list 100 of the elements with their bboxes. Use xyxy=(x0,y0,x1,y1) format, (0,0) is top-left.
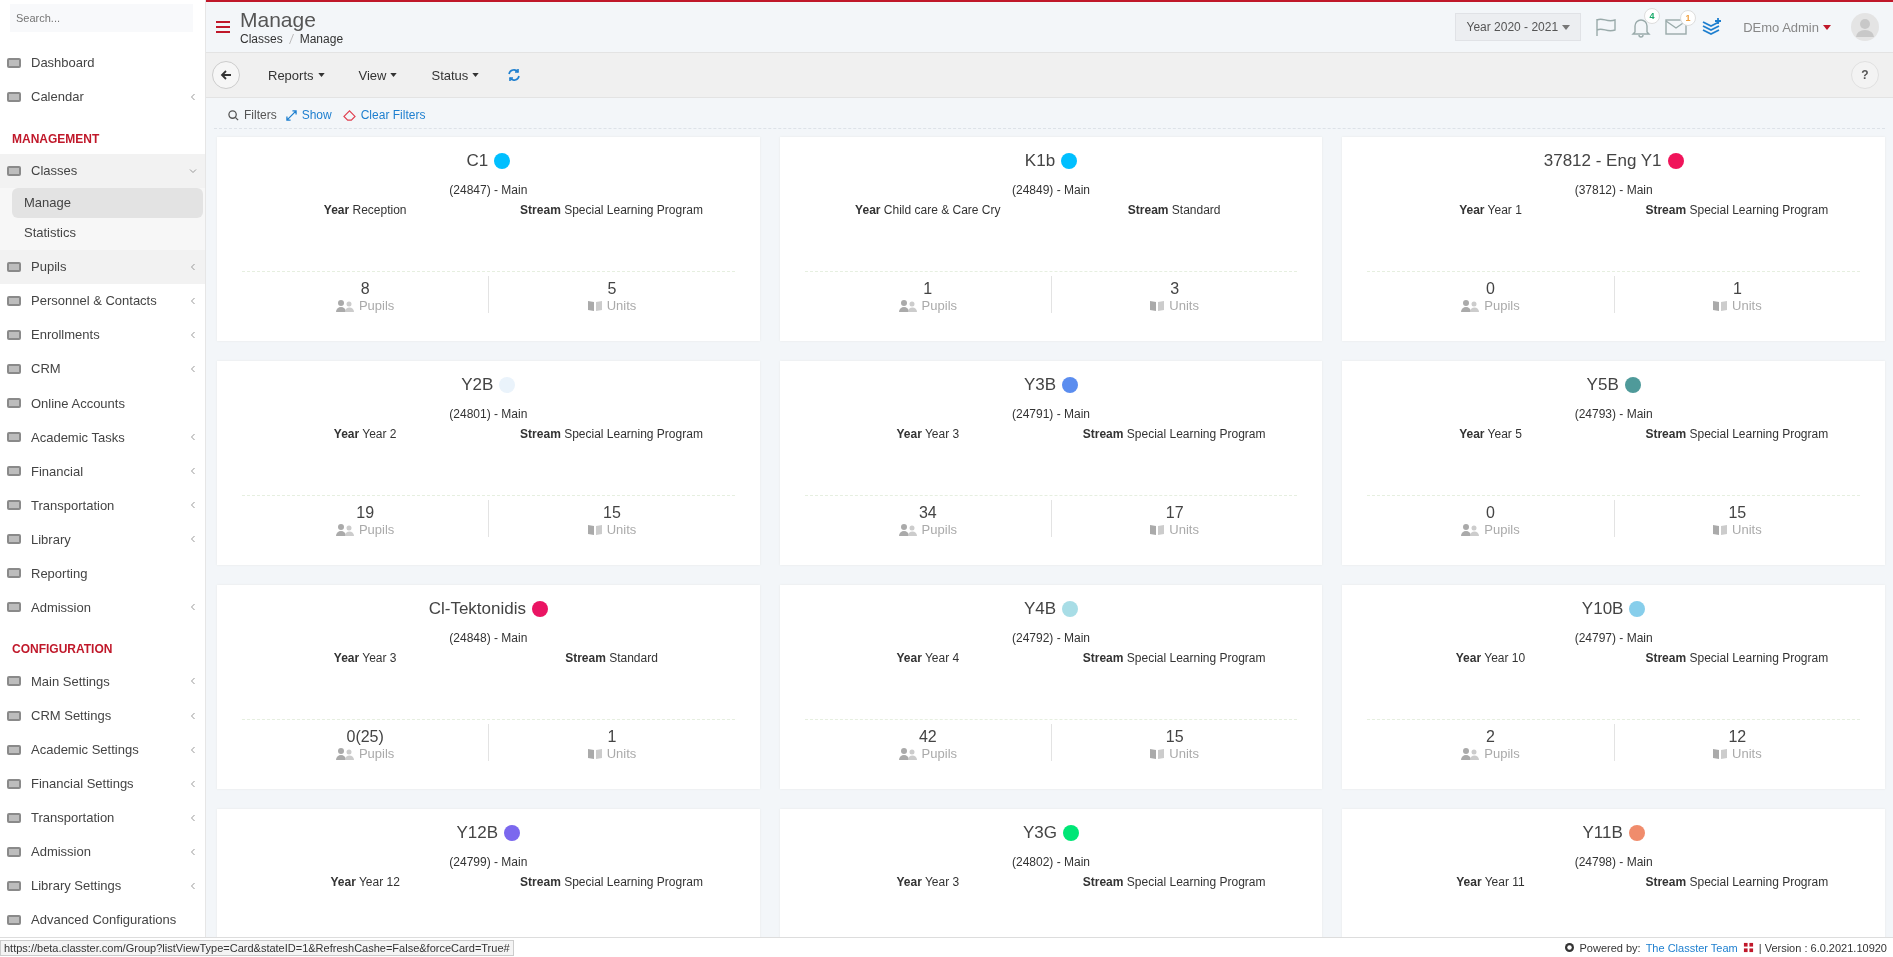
class-code: (24793) - Main xyxy=(1574,407,1653,421)
show-filters-link[interactable]: Show xyxy=(301,108,332,122)
toolbar-dropdown[interactable]: View xyxy=(352,66,404,84)
sidebar-item[interactable]: Academic Tasks xyxy=(0,420,205,455)
sidebar-item[interactable]: Advanced Configurations xyxy=(0,902,205,937)
refresh-icon[interactable] xyxy=(507,68,522,82)
class-card[interactable]: Y2B (24801) - Main Year Year 2 Stream Special Learning Program 19 Pupils 15 Units xyxy=(217,361,760,565)
clear-filters-link[interactable]: Clear Filters xyxy=(360,108,426,122)
caret-icon xyxy=(1823,24,1831,30)
logo-icon xyxy=(1742,942,1754,953)
caret-icon xyxy=(1562,24,1571,30)
layers-plus-icon[interactable] xyxy=(1701,17,1724,37)
class-card[interactable]: Cl-Tektonidis (24848) - Main Year Year 3 Stream Standard 0(25) Pupils 1 Units xyxy=(217,585,760,789)
class-card[interactable]: Y4B (24792) - Main Year Year 4 Stream Special Learning Program 42 Pupils 15 Units xyxy=(779,585,1323,789)
sidebar-item[interactable]: Classes xyxy=(0,153,205,188)
class-code: (24849) - Main xyxy=(1011,183,1090,197)
sidebar-item[interactable]: Admission xyxy=(0,590,205,625)
stream-text: Stream Special Learning Program xyxy=(1081,427,1267,441)
breadcrumb-item[interactable]: Classes xyxy=(240,32,283,46)
toolbar-dropdown[interactable]: Status xyxy=(425,66,486,84)
class-code: (24798) - Main xyxy=(1574,855,1653,869)
units-label: Units xyxy=(1169,746,1199,761)
units-label: Units xyxy=(606,522,637,537)
class-name: 37812 - Eng Y1 xyxy=(1543,151,1662,171)
eraser-icon xyxy=(342,109,356,121)
sidebar-item[interactable]: Admission xyxy=(0,834,205,869)
sidebar-item[interactable]: Dashboard xyxy=(0,45,205,80)
year-dropdown[interactable]: Year 2020 - 2021 xyxy=(1455,13,1582,41)
stream-text: Stream Special Learning Program xyxy=(1081,651,1267,665)
back-button[interactable] xyxy=(212,61,240,89)
pupils-count: 42 xyxy=(918,728,937,746)
book-icon xyxy=(1150,524,1165,535)
sidebar-item[interactable]: Online Accounts xyxy=(0,386,205,421)
class-code: (24801) - Main xyxy=(449,407,528,421)
sidebar-item[interactable]: Library xyxy=(0,522,205,557)
powered-by-text: Powered by: xyxy=(1579,941,1641,954)
book-icon xyxy=(587,524,602,535)
version-text: | Version : 6.0.2021.10920 xyxy=(1758,941,1887,954)
class-card[interactable]: Y5B (24793) - Main Year Year 5 Stream Special Learning Program 0 Pupils 15 Units xyxy=(1342,361,1885,565)
year-text: Year Year 3 xyxy=(895,427,961,441)
sidebar-item[interactable]: Personnel & Contacts xyxy=(0,283,205,318)
class-card[interactable]: 37812 - Eng Y1 (37812) - Main Year Year 1 Stream Special Learning Program 0 Pupils 1 Units xyxy=(1342,137,1885,341)
units-count: 5 xyxy=(607,280,617,298)
pupils-label: Pupils xyxy=(921,746,958,761)
team-link[interactable]: The Classter Team xyxy=(1645,941,1738,954)
sidebar-item[interactable]: Pupils xyxy=(0,249,205,284)
units-label: Units xyxy=(1732,746,1762,761)
sidebar-item[interactable]: Library Settings xyxy=(0,868,205,903)
sidebar-item[interactable]: Calendar xyxy=(0,79,205,114)
sidebar-item[interactable]: Enrollments xyxy=(0,317,205,352)
class-card[interactable]: Y3B (24791) - Main Year Year 3 Stream Special Learning Program 34 Pupils 17 Units xyxy=(779,361,1323,565)
flag-icon[interactable] xyxy=(1595,17,1618,37)
sidebar-item[interactable]: Reporting xyxy=(0,556,205,591)
class-card[interactable]: Y3G (24802) - Main Year Year 3 Stream Special Learning Program xyxy=(779,809,1323,937)
class-name: Y11B xyxy=(1582,823,1623,843)
caret-icon xyxy=(472,73,480,77)
sidebar-item[interactable]: Transportation xyxy=(0,800,205,835)
pupils-count: 0 xyxy=(1486,280,1495,298)
pupils-count: 0(25) xyxy=(346,728,384,746)
breadcrumb-item: Manage xyxy=(299,32,344,46)
units-count: 1 xyxy=(607,728,617,746)
class-card[interactable]: Y11B (24798) - Main Year Year 11 Stream Special Learning Program xyxy=(1342,809,1885,937)
year-text: Year Year 1 xyxy=(1458,203,1523,217)
units-label: Units xyxy=(1732,522,1762,537)
stream-text: Stream Special Learning Program xyxy=(519,875,704,889)
units-count: 12 xyxy=(1728,728,1747,746)
sidebar-item[interactable]: CRM xyxy=(0,351,205,386)
book-icon xyxy=(1150,748,1165,759)
filters-label: Filters xyxy=(244,108,277,122)
class-card[interactable]: Y12B (24799) - Main Year Year 12 Stream Special Learning Program xyxy=(217,809,760,937)
toolbar-dropdown[interactable]: Reports xyxy=(262,66,331,84)
pupils-count: 2 xyxy=(1486,728,1495,746)
class-code: (24848) - Main xyxy=(449,631,528,645)
class-code: (24802) - Main xyxy=(1011,855,1090,869)
sidebar-item[interactable]: Financial Settings xyxy=(0,766,205,801)
sidebar-item[interactable]: Main Settings xyxy=(0,664,205,699)
year-text: Year Year 10 xyxy=(1454,651,1527,665)
class-name: K1b xyxy=(1024,151,1056,171)
sidebar-item[interactable]: Financial xyxy=(0,454,205,489)
help-button[interactable]: ? xyxy=(1851,61,1879,89)
units-count: 3 xyxy=(1170,280,1180,298)
year-text: Year Reception xyxy=(322,203,408,217)
class-card[interactable]: Y10B (24797) - Main Year Year 10 Stream Special Learning Program 2 Pupils 12 Units xyxy=(1342,585,1885,789)
class-name: Y10B xyxy=(1581,599,1624,619)
message-badge: 1 xyxy=(1680,10,1697,26)
class-card[interactable]: C1 (24847) - Main Year Reception Stream Special Learning Program 8 Pupils 5 Units xyxy=(217,137,760,341)
sidebar-subitem[interactable]: Manage xyxy=(12,187,203,218)
sidebar-subitem[interactable]: Statistics xyxy=(12,217,203,248)
sidebar-item[interactable]: Academic Settings xyxy=(0,732,205,767)
pupils-count: 34 xyxy=(918,504,937,522)
class-name: Y12B xyxy=(456,823,499,843)
units-count: 15 xyxy=(1728,504,1747,522)
units-count: 17 xyxy=(1165,504,1184,522)
search-field[interactable]: Search... xyxy=(10,4,193,32)
mail-icon[interactable] xyxy=(1665,18,1688,36)
sidebar-item[interactable]: Transportation xyxy=(0,488,205,523)
expand-icon xyxy=(285,109,297,121)
class-card[interactable]: K1b (24849) - Main Year Child care & Care Cry Stream Standard 1 Pupils 3 Units xyxy=(779,137,1323,341)
sidebar-item[interactable]: CRM Settings xyxy=(0,698,205,733)
menu-icon[interactable] xyxy=(216,21,230,33)
